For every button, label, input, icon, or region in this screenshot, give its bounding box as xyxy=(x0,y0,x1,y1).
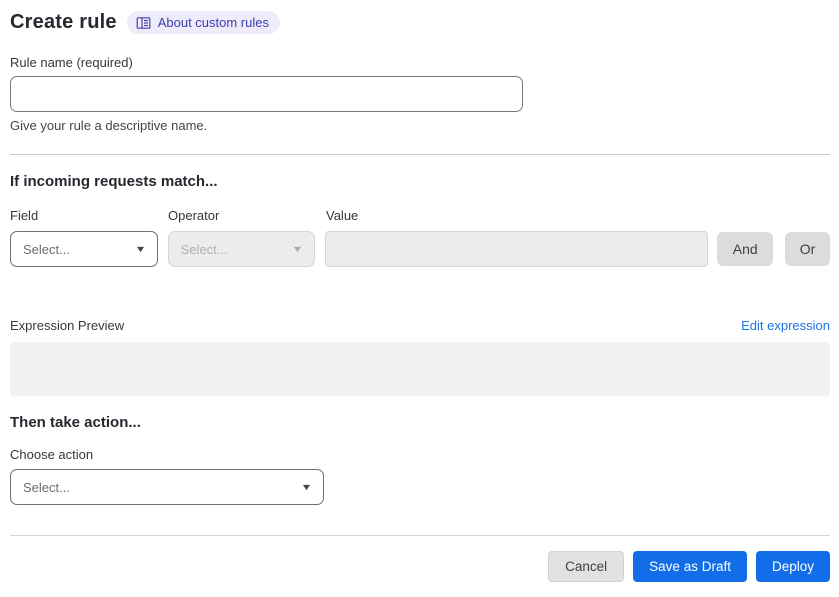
chevron-down-icon: ▼ xyxy=(291,244,304,254)
rule-name-helper-text: Give your rule a descriptive name. xyxy=(10,118,208,133)
field-label: Field xyxy=(10,208,39,223)
footer-actions: Cancel Save as Draft Deploy xyxy=(10,551,830,582)
cancel-button[interactable]: Cancel xyxy=(548,551,625,582)
operator-label: Operator xyxy=(168,208,220,223)
about-custom-rules-label: About custom rules xyxy=(157,15,269,30)
value-input[interactable] xyxy=(325,231,709,267)
operator-select-value: Select... xyxy=(180,241,228,257)
about-custom-rules-link[interactable]: About custom rules xyxy=(126,11,280,34)
edit-expression-link[interactable]: Edit expression xyxy=(741,318,830,333)
save-as-draft-button[interactable]: Save as Draft xyxy=(633,551,747,582)
rule-name-input[interactable] xyxy=(10,76,523,112)
operator-select[interactable]: Select... ▼ xyxy=(167,231,316,267)
expression-preview-row: Expression Preview Edit expression xyxy=(10,318,830,333)
action-section-heading: Then take action... xyxy=(10,414,141,431)
match-section-heading: If incoming requests match... xyxy=(10,173,218,190)
choose-action-select[interactable]: Select... ▼ xyxy=(10,469,324,505)
field-select[interactable]: Select... ▼ xyxy=(10,231,158,267)
create-rule-page: Create rule About custom rules Rule name… xyxy=(0,0,830,582)
or-button[interactable]: Or xyxy=(785,232,830,266)
deploy-button[interactable]: Deploy xyxy=(755,551,830,582)
page-title: Create rule xyxy=(10,11,117,33)
page-header: Create rule About custom rules xyxy=(10,11,830,34)
expression-preview-box xyxy=(10,342,830,396)
chevron-down-icon: ▼ xyxy=(300,482,313,492)
rule-name-label: Rule name (required) xyxy=(10,55,133,70)
footer-divider xyxy=(10,535,830,536)
field-select-value: Select... xyxy=(23,241,70,257)
and-button[interactable]: And xyxy=(717,232,774,266)
expression-preview-label: Expression Preview xyxy=(10,318,125,333)
book-icon xyxy=(136,16,151,30)
match-column-labels: Field Operator Value xyxy=(10,208,830,223)
choose-action-select-value: Select... xyxy=(23,479,70,495)
choose-action-label: Choose action xyxy=(10,447,94,462)
value-label: Value xyxy=(326,208,359,223)
match-controls-row: Select... ▼ Select... ▼ And Or xyxy=(10,231,830,267)
section-divider xyxy=(10,154,830,155)
chevron-down-icon: ▼ xyxy=(134,244,147,254)
